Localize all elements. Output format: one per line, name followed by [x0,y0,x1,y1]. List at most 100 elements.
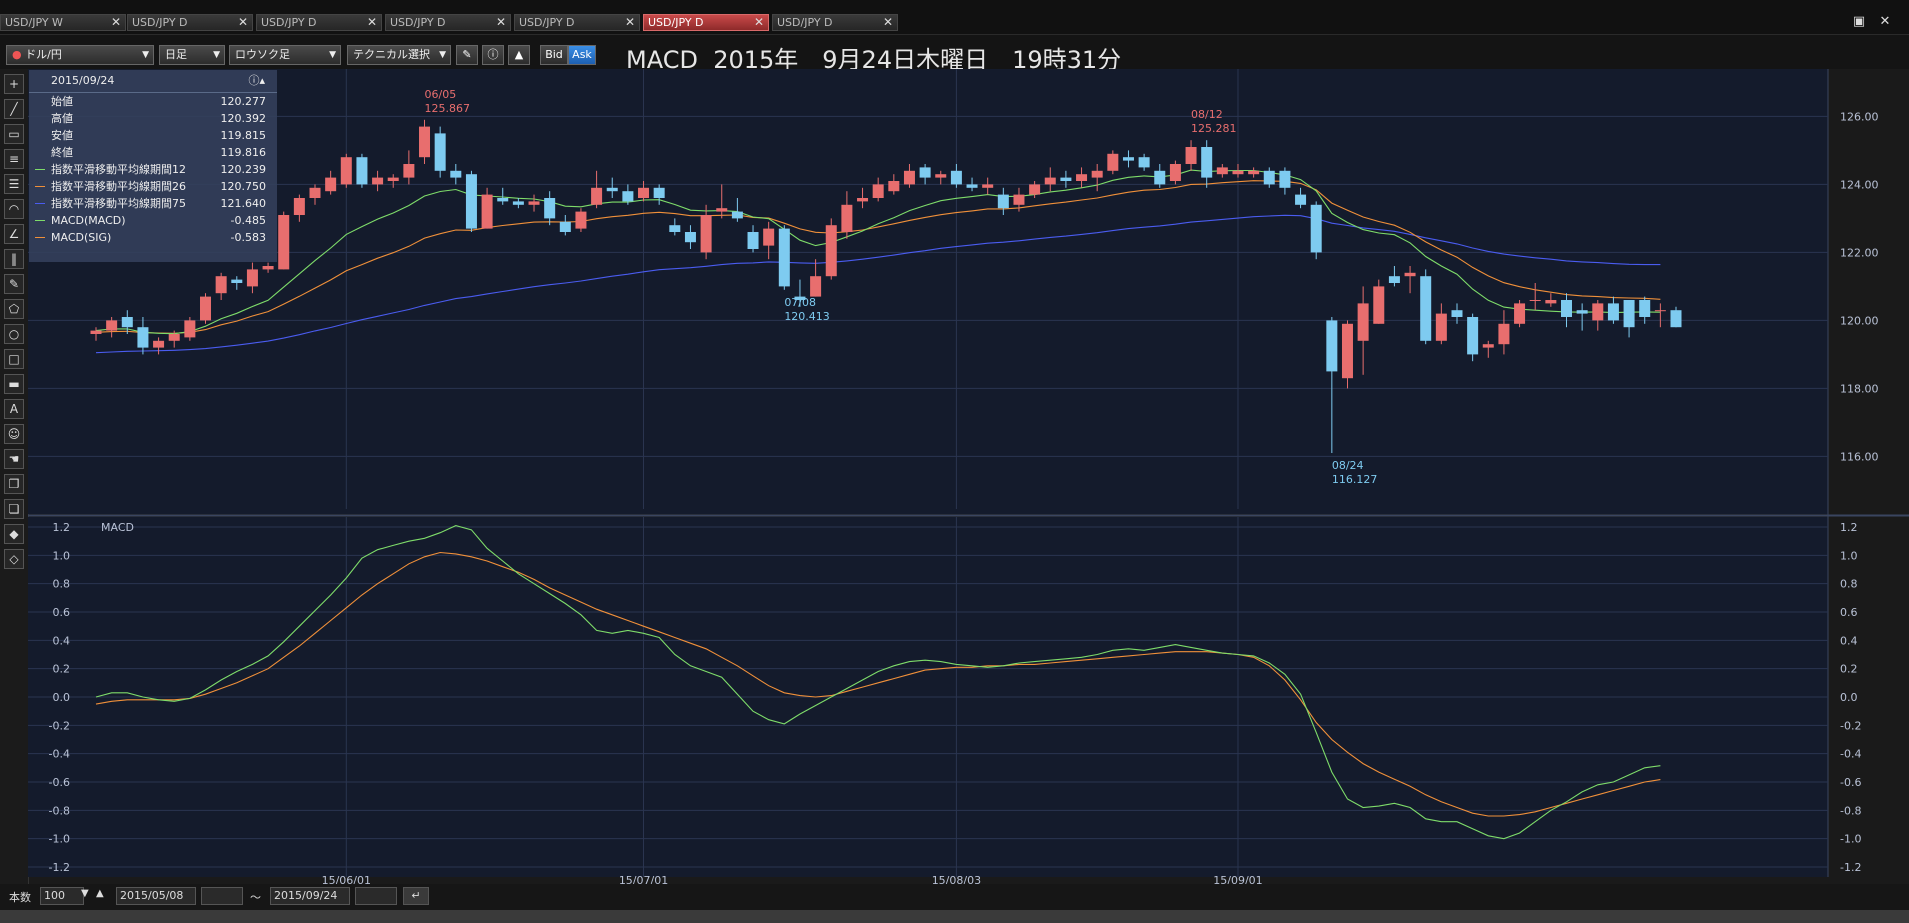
count-label: 本数 [9,891,31,904]
pen-tool-icon[interactable]: ✎ [456,45,478,65]
gann-icon[interactable]: ∠ [4,224,24,244]
candle-body [1404,272,1416,277]
x-tick-label: 15/07/01 [619,874,668,884]
candle-body [419,126,431,158]
candle-body [1326,320,1338,372]
candle-body [1670,310,1682,328]
candle-body [137,327,149,348]
emoji-icon[interactable]: ☺ [4,424,24,444]
close-icon[interactable]: ✕ [111,15,121,30]
bid-button[interactable]: Bid [540,45,568,65]
candle-body [403,164,415,178]
from-date-input[interactable]: 2015/05/08 [116,887,196,905]
close-icon[interactable]: ✕ [754,15,764,30]
maximize-icon[interactable]: ▣ [1848,14,1870,30]
tab-usdjpy-d-active[interactable]: USD/JPY D ✕ [643,14,769,31]
range-tilde: 〜 [250,891,261,904]
candle-body [653,187,665,198]
eraser-icon[interactable]: ◆ [4,524,24,544]
tab-usdjpy-d-2[interactable]: USD/JPY D ✕ [256,14,382,31]
info-icon[interactable]: ⓘ [482,45,504,65]
to-date-input[interactable]: 2015/09/24 [270,887,350,905]
x-tick-label: 15/08/03 [932,874,981,884]
candle-body [481,194,493,229]
tab-usdjpy-d-6[interactable]: USD/JPY D ✕ [772,14,898,31]
vertical-lines-icon[interactable]: ‖ [4,249,24,269]
count-input[interactable]: 100 [40,887,84,905]
chart-type-select[interactable]: ロウソク足 ▼ [229,45,341,65]
tab-usdjpy-w[interactable]: USD/JPY W ✕ [0,14,126,31]
ask-button[interactable]: Ask [568,45,596,65]
tab-label: USD/JPY D [519,16,575,29]
close-icon[interactable]: ✕ [496,15,506,30]
technical-select[interactable]: テクニカル選択 ▼ [347,45,451,65]
pencil-icon[interactable]: ✎ [4,274,24,294]
candle-body [747,232,759,249]
info-row-value: 121.640 [220,197,267,210]
x-tick-label: 15/06/01 [322,874,371,884]
candle-body [1248,170,1260,175]
from-date: 2015/05/08 [120,889,184,902]
horizontal-lines-icon[interactable]: ≡ [4,149,24,169]
macd-y-tick-label-left: 0.0 [53,691,71,704]
y-tick-label: 124.00 [1840,178,1879,191]
legend-swatch [35,169,45,170]
info-toggle-icon[interactable]: ⓘ▴ [248,70,265,92]
eraser-all-icon[interactable]: ◇ [4,549,24,569]
info-row-label: 終値 [51,146,73,159]
chart-svg[interactable]: 116.00 118.00 120.00 122.00 124.00 126.00 15/0… [28,69,1909,887]
candle-body [356,157,368,185]
pentagon-icon[interactable]: ⬠ [4,299,24,319]
close-icon[interactable]: ✕ [625,15,635,30]
candle-body [90,330,102,334]
candle-body [1279,170,1291,188]
info-row: 始値 120.277 [29,93,277,110]
crosshair-icon[interactable]: + [4,74,24,94]
candle-body [1388,276,1400,283]
channel-icon[interactable]: ▬ [4,374,24,394]
paste-icon[interactable]: ❏ [4,499,24,519]
stepper-down-icon[interactable]: ▼ [81,888,89,899]
candle-body [153,340,165,348]
candle-body [1607,303,1619,321]
fibonacci-icon[interactable]: ☰ [4,174,24,194]
candle-body [1076,174,1088,181]
candle-body [544,198,556,219]
text-icon[interactable]: A [4,399,24,419]
circle-icon[interactable]: ○ [4,324,24,344]
chart-area[interactable]: 116.00 118.00 120.00 122.00 124.00 126.00 15/0… [28,69,1909,887]
stepper-up-icon[interactable]: ▲ [96,888,104,899]
from-time-input[interactable] [201,887,243,905]
tab-usdjpy-d-3[interactable]: USD/JPY D ✕ [385,14,511,31]
tab-usdjpy-d-4[interactable]: USD/JPY D ✕ [514,14,640,31]
info-row-label: 指数平滑移動平均線期間26 [51,180,186,193]
candle-body [716,208,728,212]
candle-body [465,174,477,229]
flag-icon: ● [12,48,22,61]
fan-icon[interactable]: ◠ [4,199,24,219]
pointer-icon[interactable]: ☚ [4,449,24,469]
to-time-input[interactable] [355,887,397,905]
bid-label: Bid [545,48,563,61]
macd-y-tick-label-right: 0.6 [1840,606,1858,619]
return-icon: ↵ [411,889,421,902]
y-tick-label: 116.00 [1840,450,1879,463]
currency-pair-select[interactable]: ● ドル/円 ▼ [6,45,154,65]
tab-usdjpy-d-1[interactable]: USD/JPY D ✕ [127,14,253,31]
close-icon[interactable]: ✕ [367,15,377,30]
apply-button[interactable]: ↵ [403,887,429,905]
rectangle-icon[interactable]: □ [4,349,24,369]
copy-icon[interactable]: ❐ [4,474,24,494]
macd-panel-title: MACD [101,521,134,534]
area-chart-icon[interactable]: ▲ [508,45,530,65]
line-tool-icon[interactable]: ╱ [4,99,24,119]
macd-y-tick-label-right: -0.8 [1840,804,1861,817]
period-select[interactable]: 日足 ▼ [159,45,225,65]
candle-body [872,184,884,198]
close-icon[interactable]: ✕ [883,15,893,30]
price-panel-bg [28,69,1828,514]
chevron-down-icon: ▼ [439,50,446,60]
ruler-icon[interactable]: ▭ [4,124,24,144]
close-icon[interactable]: ✕ [238,15,248,30]
close-window-icon[interactable]: ✕ [1874,14,1896,30]
